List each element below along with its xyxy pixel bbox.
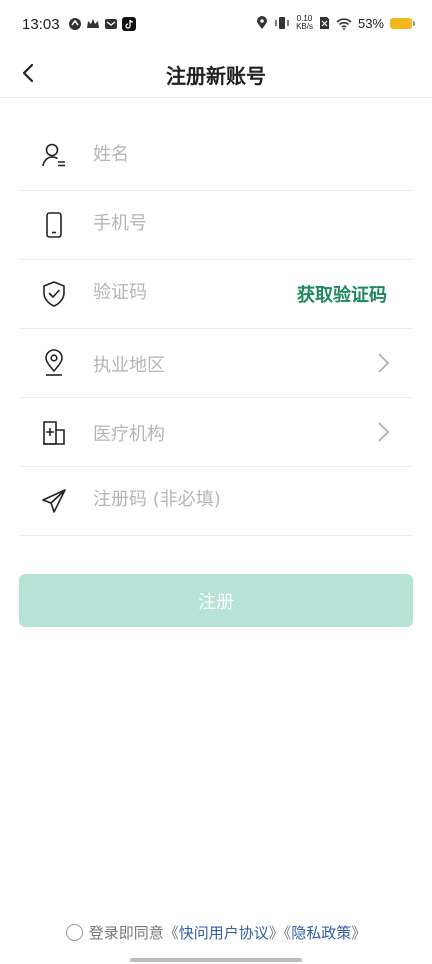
agreement-prefix: 登录即同意《 [88, 924, 179, 942]
app-notification-icon [69, 18, 81, 30]
name-input[interactable] [93, 144, 293, 165]
hospital-icon [43, 421, 65, 445]
send-icon [42, 489, 66, 513]
region-label: 执业地区 [93, 355, 165, 376]
registration-code-input[interactable] [93, 489, 293, 510]
agreement-suffix: 》 [351, 924, 367, 942]
agree-radio[interactable] [65, 924, 83, 941]
verification-code-input[interactable] [93, 282, 293, 303]
home-indicator[interactable] [130, 958, 302, 962]
map-pin-icon [45, 349, 63, 376]
network-speed-unit: KB/s [296, 22, 313, 31]
notification-icons [68, 17, 136, 31]
status-time: 13:03 [22, 16, 60, 33]
sim-icon [319, 17, 329, 29]
register-button[interactable]: 注册 [19, 574, 413, 627]
agreement-middle: 》《 [268, 924, 292, 942]
wifi-icon [336, 17, 352, 30]
privacy-policy-link[interactable]: 隐私政策 [291, 924, 351, 942]
crown-icon [87, 19, 99, 28]
code-row: 获取验证码 [19, 260, 413, 329]
phone-row [19, 191, 413, 260]
battery-icon [390, 17, 415, 29]
registration-code-row [19, 467, 413, 536]
page-title: 注册新账号 [166, 64, 266, 88]
vibrate-icon [275, 17, 289, 29]
location-icon [257, 16, 268, 29]
agreement-line: 登录即同意《快问用户协议》《隐私政策》 [0, 922, 432, 943]
mail-icon [105, 19, 117, 29]
user-agreement-link[interactable]: 快问用户协议 [179, 924, 269, 942]
nav-bar: 注册新账号 [0, 50, 432, 98]
shield-icon [43, 281, 65, 307]
phone-icon [46, 212, 62, 238]
name-row [19, 122, 413, 191]
status-right-group: 0.10 KB/s 53% [256, 15, 415, 31]
organization-label: 医疗机构 [93, 424, 165, 445]
user-icon [42, 143, 65, 167]
status-bar: 13:03 0.10 KB/s 53% [0, 0, 432, 50]
get-code-button[interactable]: 获取验证码 [297, 281, 387, 307]
battery-percent: 53% [357, 15, 384, 31]
tiktok-icon [122, 17, 136, 31]
register-form: 获取验证码 执业地区 医疗机构 [19, 122, 413, 536]
network-speed: 0.10 KB/s [296, 15, 313, 31]
chevron-right-icon [378, 353, 390, 373]
chevron-right-icon [378, 422, 390, 442]
phone-input[interactable] [93, 213, 293, 234]
region-row[interactable]: 执业地区 [19, 329, 413, 398]
organization-row[interactable]: 医疗机构 [19, 398, 413, 467]
